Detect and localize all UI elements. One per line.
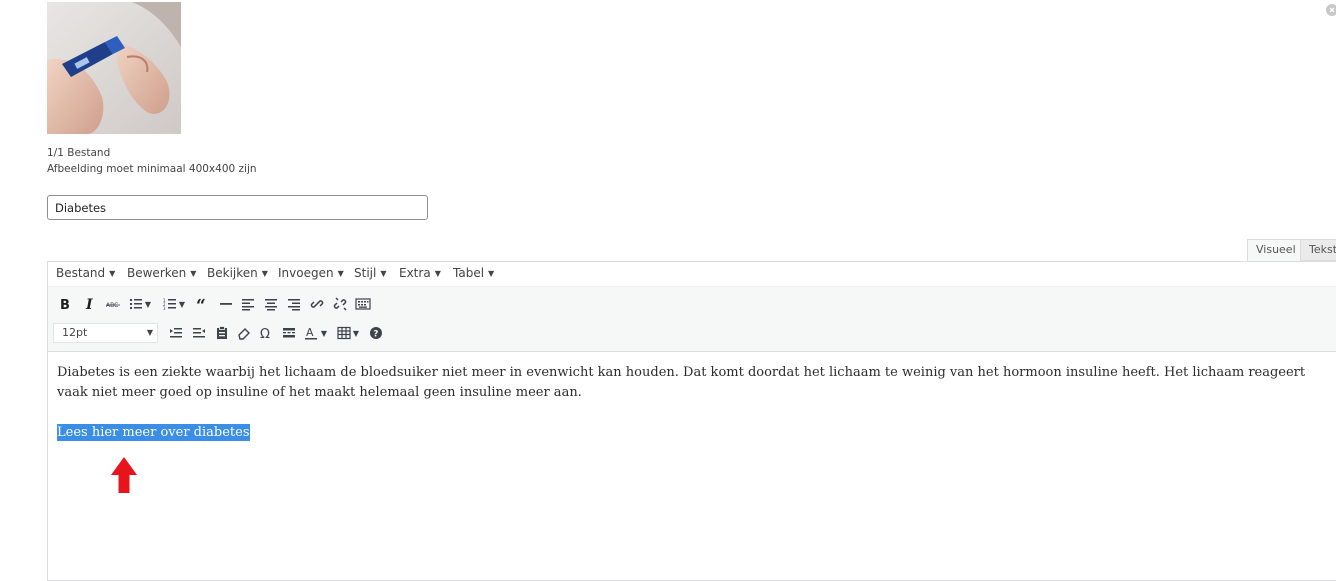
menu-insert[interactable]: Invoegen ▼ — [278, 266, 344, 280]
link-icon[interactable] — [307, 294, 327, 314]
chevron-down-icon: ▼ — [337, 269, 344, 278]
menu-file[interactable]: Bestand ▼ — [56, 266, 115, 280]
chevron-down-icon: ▼ — [109, 269, 116, 278]
menu-tools[interactable]: Extra ▼ — [399, 266, 441, 280]
chevron-down-icon: ▼ — [190, 269, 197, 278]
align-center-icon[interactable] — [261, 294, 281, 314]
svg-text:I: I — [85, 297, 93, 311]
strikethrough-icon[interactable]: ABC — [103, 294, 123, 314]
italic-icon[interactable]: I — [80, 294, 100, 314]
eraser-icon[interactable] — [234, 323, 254, 343]
editor-toolbar: B I ABC ▼ 123 ▼ “ 12pt ▼ Ω A ▼ ▼ ? — [48, 286, 1336, 352]
editor-menubar: Bestand ▼ Bewerken ▼ Bekijken ▼ Invoegen ▼ S… — [48, 262, 1336, 286]
chevron-down-icon[interactable]: ▼ — [350, 323, 362, 343]
menu-style[interactable]: Stijl ▼ — [354, 266, 386, 280]
blockquote-icon[interactable]: “ — [193, 294, 213, 314]
svg-text:Ω: Ω — [260, 327, 270, 340]
keyboard-icon[interactable] — [353, 294, 373, 314]
align-left-icon[interactable] — [238, 294, 258, 314]
svg-text:ABC: ABC — [106, 302, 118, 309]
align-right-icon[interactable] — [284, 294, 304, 314]
red-arrow-annotation — [110, 456, 138, 494]
title-input[interactable] — [47, 195, 428, 220]
chevron-down-icon[interactable]: ▼ — [318, 323, 330, 343]
menu-view[interactable]: Bekijken ▼ — [207, 266, 268, 280]
menu-edit[interactable]: Bewerken ▼ — [127, 266, 196, 280]
editor-content-area[interactable]: Diabetes is een ziekte waarbij het licha… — [48, 351, 1336, 580]
svg-text:?: ? — [373, 330, 378, 340]
svg-text:A: A — [306, 326, 314, 339]
bold-icon[interactable]: B — [55, 294, 75, 314]
omega-icon[interactable]: Ω — [256, 323, 276, 343]
tab-text[interactable]: Tekst — [1300, 239, 1336, 261]
tab-visual[interactable]: Visueel — [1247, 239, 1305, 262]
paste-icon[interactable] — [212, 323, 232, 343]
help-icon[interactable]: ? — [366, 323, 386, 343]
outdent-icon[interactable] — [189, 323, 209, 343]
horizontal-line-icon[interactable] — [216, 294, 236, 314]
uploaded-image-thumbnail[interactable] — [47, 2, 181, 134]
chevron-down-icon[interactable]: ▼ — [142, 294, 154, 314]
chevron-down-icon: ▼ — [146, 328, 153, 337]
chevron-down-icon[interactable]: ▼ — [176, 294, 188, 314]
chevron-down-icon: ▼ — [434, 269, 441, 278]
font-size-select[interactable]: 12pt ▼ — [53, 323, 158, 343]
unlink-icon[interactable] — [330, 294, 350, 314]
image-size-hint: Afbeelding moet minimaal 400x400 zijn — [47, 163, 257, 175]
content-paragraph: Diabetes is een ziekte waarbij het licha… — [57, 365, 1306, 400]
close-icon[interactable] — [1326, 4, 1336, 16]
chevron-down-icon: ▼ — [261, 269, 268, 278]
read-more-icon[interactable] — [279, 323, 299, 343]
svg-text:3: 3 — [163, 306, 166, 311]
svg-text:“: “ — [196, 297, 206, 311]
selected-link-text[interactable]: Lees hier meer over diabetes — [57, 424, 250, 441]
chevron-down-icon: ▼ — [380, 269, 387, 278]
chevron-down-icon: ▼ — [488, 269, 495, 278]
file-count-text: 1/1 Bestand — [47, 147, 111, 159]
svg-text:B: B — [60, 298, 70, 311]
menu-table[interactable]: Tabel ▼ — [453, 266, 494, 280]
rich-text-editor: Bestand ▼ Bewerken ▼ Bekijken ▼ Invoegen ▼ S… — [47, 261, 1336, 581]
indent-icon[interactable] — [166, 323, 186, 343]
link-paragraph: Lees hier meer over diabetes — [57, 423, 250, 443]
